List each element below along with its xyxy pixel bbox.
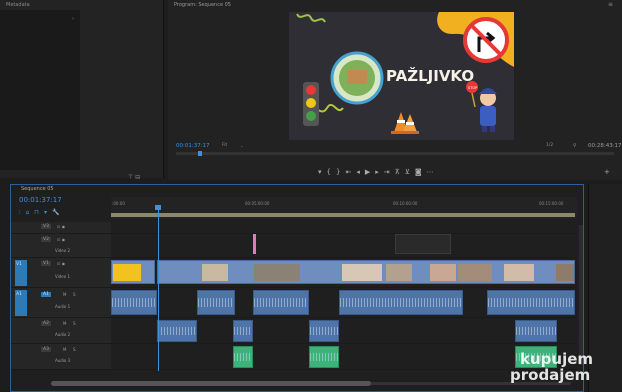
track-header-v2: V2 ⊡ ◉ Video 2 — [11, 234, 111, 258]
track-header-a3: A3 M S Audio 3 — [11, 344, 111, 370]
chevron-right-icon[interactable]: › — [72, 16, 74, 22]
program-monitor: Program: Sequence 05 ≡ PAŽLJIVKO STOP 00… — [168, 0, 622, 180]
transport-controls: ▾{}⇤◂▶▸⇥⊼⊻◙⋯ — [318, 168, 439, 176]
resolution-select[interactable]: 1/2 — [546, 143, 553, 148]
panel-tools-icons[interactable]: ⊤ ⊟ — [128, 174, 140, 181]
video-clip[interactable] — [111, 260, 155, 284]
eye-icon[interactable]: ⊡ ◉ — [57, 261, 65, 266]
horizontal-scroll-thumb[interactable] — [51, 381, 371, 386]
timeline-tools-icons[interactable]: ⫶⌂⊓▾🔧 — [19, 209, 64, 217]
lock-icon[interactable]: ⊡ ◉ — [57, 224, 65, 229]
tooltip-box — [395, 234, 451, 254]
watermark-line2: prodajem — [510, 366, 591, 384]
frame-artwork: PAŽLJIVKO STOP — [296, 12, 514, 134]
video-clip[interactable] — [157, 260, 575, 284]
ruler-mark: 00:05:00:00 — [245, 201, 270, 206]
track-target[interactable]: A1 — [41, 292, 51, 297]
in-point-icon[interactable]: { — [327, 168, 336, 176]
track-a1[interactable] — [111, 288, 577, 318]
audio-clip[interactable] — [111, 290, 157, 315]
audio-clip[interactable] — [309, 320, 339, 342]
step-forward-icon[interactable]: ▸ — [375, 168, 384, 176]
audio-meters-panel — [588, 184, 622, 392]
ruler-mark: :00:00 — [112, 201, 125, 206]
track-name: Video 1 — [55, 274, 71, 279]
program-scrub-bar[interactable] — [176, 152, 614, 155]
track-target[interactable]: A3 — [41, 347, 51, 352]
track-v3[interactable] — [111, 222, 577, 234]
track-v1[interactable] — [111, 258, 577, 288]
track-a2[interactable] — [111, 318, 577, 344]
timeline-playhead[interactable] — [158, 207, 159, 371]
metadata-panel: Metadata › ⊤ ⊟ — [0, 0, 164, 181]
audio-clip[interactable] — [339, 290, 463, 315]
audio-clip[interactable] — [157, 320, 197, 342]
wrench-icon[interactable]: ⚲ — [573, 143, 577, 149]
ruler-mark: 00:10:00:00 — [393, 201, 418, 206]
track-a3[interactable] — [111, 344, 577, 370]
audio-clip[interactable] — [233, 346, 253, 368]
work-area-bar[interactable] — [111, 213, 575, 217]
track-header-a1: A1 A1 M S Audio 1 — [11, 288, 111, 318]
track-target[interactable]: V3 — [41, 224, 51, 229]
add-button-icon[interactable]: + — [604, 168, 610, 176]
source-patch-v1[interactable]: V1 — [15, 260, 27, 286]
program-timecode[interactable]: 00:01:37:17 — [176, 143, 210, 149]
track-name: Audio 2 — [55, 332, 71, 337]
track-name: Audio 1 — [55, 304, 71, 309]
source-patch-a1[interactable]: A1 — [15, 290, 27, 316]
track-header-v3: V3 ⊡ ◉ — [11, 222, 111, 234]
track-target[interactable]: V2 — [41, 237, 51, 242]
metadata-list — [0, 10, 80, 170]
extract-icon[interactable]: ⊻ — [405, 168, 415, 176]
go-to-in-icon[interactable]: ⇤ — [345, 168, 356, 176]
track-name: Audio 3 — [55, 358, 71, 363]
camera-icon[interactable]: ◙ — [415, 168, 427, 176]
step-back-icon[interactable]: ◂ — [356, 168, 365, 176]
audio-clip[interactable] — [309, 346, 339, 368]
program-playhead[interactable] — [198, 151, 202, 156]
track-header-a2: A2 M S Audio 2 — [11, 318, 111, 344]
chevron-down-icon[interactable]: ⌄ — [240, 143, 243, 148]
zoom-level-select[interactable]: Fit — [222, 143, 227, 148]
svg-text:STOP: STOP — [468, 86, 477, 90]
duration-timecode: 00:28:43:17 — [588, 143, 622, 149]
audio-clip[interactable] — [197, 290, 235, 315]
mute-button[interactable]: M — [63, 292, 66, 297]
mute-button[interactable]: M — [63, 347, 66, 352]
track-target[interactable]: V1 — [41, 261, 51, 266]
green-squiggle — [296, 13, 326, 23]
track-v2[interactable] — [111, 234, 577, 258]
lift-icon[interactable]: ⊼ — [395, 168, 405, 176]
solo-button[interactable]: S — [73, 321, 76, 326]
ruler-mark: 00:15:00:00 — [539, 201, 564, 206]
vertical-scrollbar[interactable] — [579, 225, 583, 365]
audio-clip[interactable] — [233, 320, 253, 342]
track-header-v1: V1 V1 ⊡ ◉ Video 1 — [11, 258, 111, 288]
frame-title: PAŽLJIVKO — [386, 66, 474, 85]
timeline-panel: Sequence 05 00:01:37:17 ⫶⌂⊓▾🔧 :00:00 00:… — [10, 184, 584, 392]
audio-clip[interactable] — [253, 290, 309, 315]
audio-clip[interactable] — [487, 290, 575, 315]
solo-button[interactable]: S — [73, 292, 76, 297]
video-frame: PAŽLJIVKO STOP — [289, 12, 514, 140]
pink-clip[interactable] — [253, 234, 256, 254]
settings-icon[interactable]: ⋯ — [427, 168, 439, 176]
track-name: Video 2 — [55, 248, 71, 253]
timeline-timecode[interactable]: 00:01:37:17 — [19, 196, 62, 204]
marker-icon[interactable]: ▾ — [318, 168, 327, 176]
program-monitor-title[interactable]: Program: Sequence 05 — [174, 2, 231, 8]
sequence-tab[interactable]: Sequence 05 — [21, 186, 54, 192]
panel-menu-icon[interactable]: ≡ — [608, 1, 613, 8]
eye-icon[interactable]: ⊡ ◉ — [57, 237, 65, 242]
go-to-out-icon[interactable]: ⇥ — [384, 168, 395, 176]
track-target[interactable]: A2 — [41, 321, 51, 326]
solo-button[interactable]: S — [73, 347, 76, 352]
audio-clip[interactable] — [515, 320, 557, 342]
play-icon[interactable]: ▶ — [365, 168, 375, 176]
metadata-tab[interactable]: Metadata — [6, 2, 30, 8]
mute-button[interactable]: M — [63, 321, 66, 326]
